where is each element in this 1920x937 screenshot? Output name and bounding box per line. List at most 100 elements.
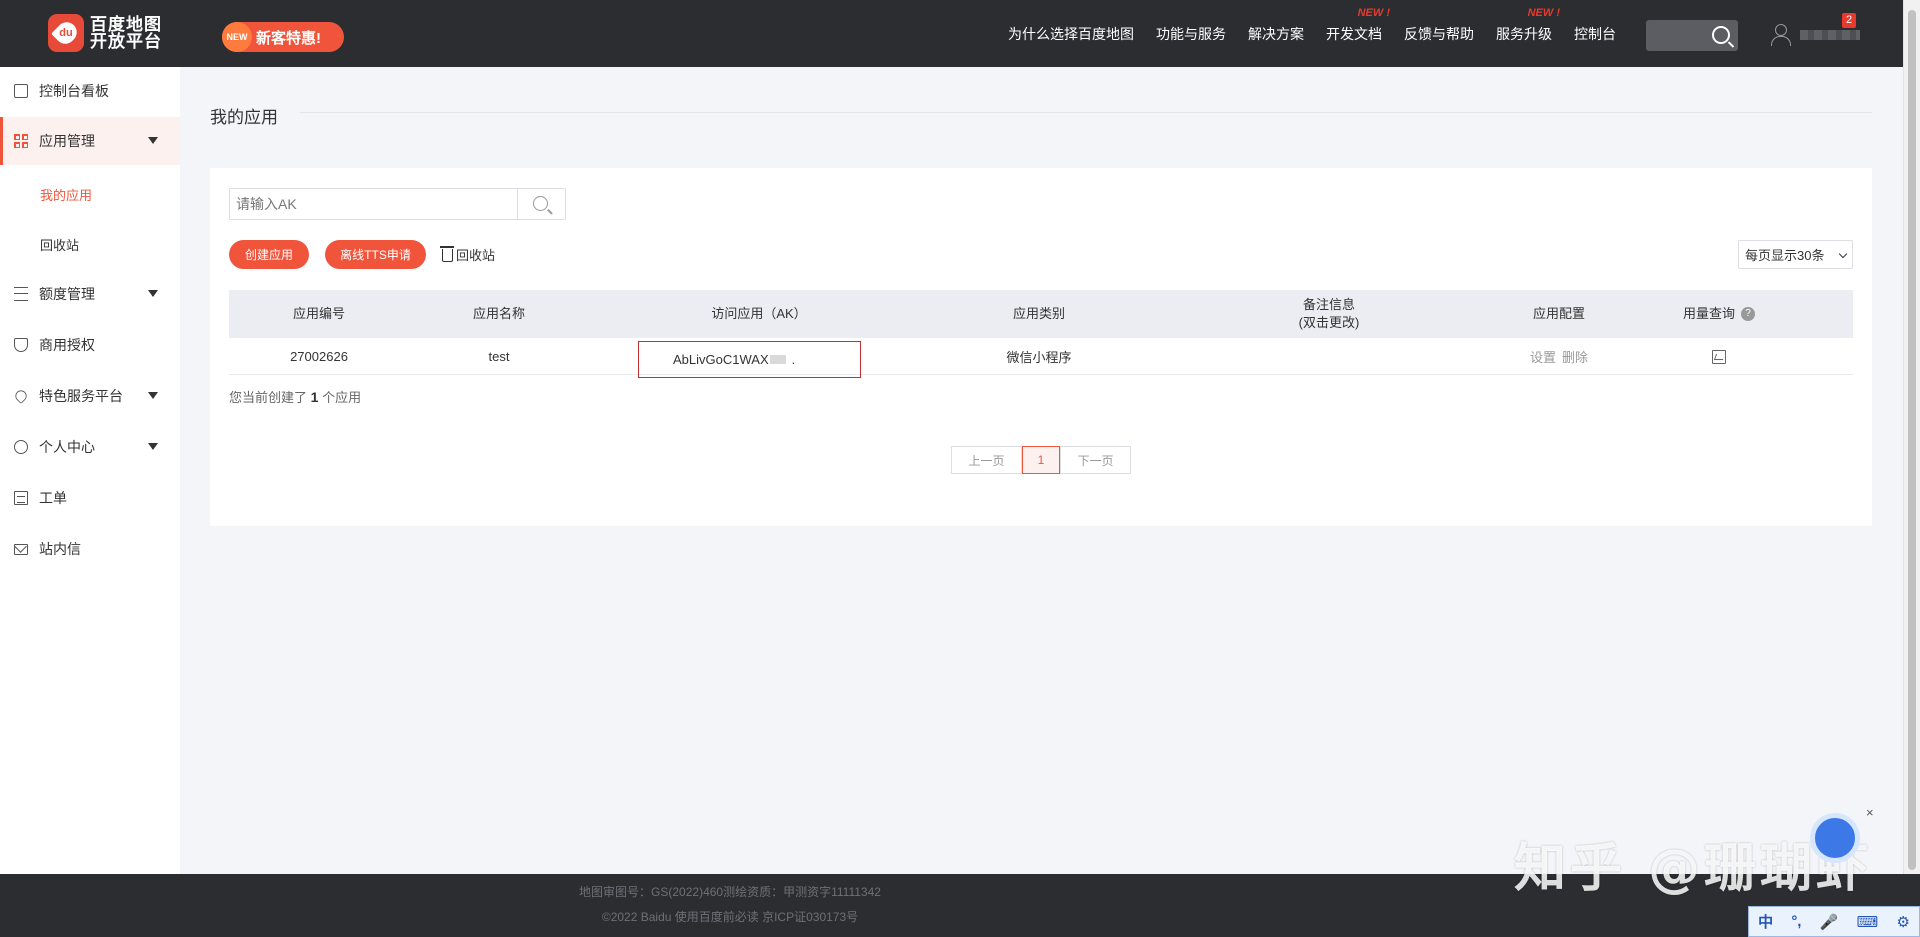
new-customer-promo-button[interactable]: NEW 新客特惠! [222,22,344,52]
prev-page-button[interactable]: 上一页 [951,446,1022,474]
sidebar-item-tickets[interactable]: 工单 [0,474,180,522]
nav-solutions[interactable]: 解决方案 [1248,24,1304,44]
recycle-bin-link[interactable]: 回收站 [440,245,496,264]
sidebar-item-quota-management[interactable]: 额度管理 [0,270,180,318]
notes-cell[interactable] [1229,338,1429,375]
delete-link[interactable]: 删除 [1562,347,1588,366]
summary-suffix: 个应用 [322,390,362,405]
sidebar-subitem-my-apps[interactable]: 我的应用 [40,185,92,204]
nav-label: 反馈与帮助 [1404,25,1474,42]
next-page-button[interactable]: 下一页 [1060,446,1131,474]
nav-features-services[interactable]: 功能与服务 [1156,24,1226,44]
shield-icon [14,338,28,352]
person-icon [14,440,28,454]
username-redacted[interactable] [1800,30,1860,40]
sidebar-item-personal-center[interactable]: 个人中心 [0,423,180,471]
sidebar-item-label: 特色服务平台 [39,388,123,404]
page-size-select[interactable]: 每页显示30条 [1738,240,1853,269]
col-app-category: 应用类别 [1012,306,1065,321]
page-title: 我的应用 [210,108,278,127]
create-app-button[interactable]: 创建应用 [229,240,309,269]
scrollbar-thumb[interactable] [1908,10,1916,870]
nav-label: 功能与服务 [1156,25,1226,42]
nav-feedback-help[interactable]: 反馈与帮助 [1404,24,1474,44]
chevron-down-icon [148,392,158,399]
ak-search-button[interactable] [517,189,565,219]
search-icon [533,196,548,211]
page-1-button[interactable]: 1 [1022,446,1060,474]
chevron-down-icon [148,290,158,297]
chevron-down-icon [148,443,158,450]
sidebar-item-commercial-license[interactable]: 商用授权 [0,321,180,369]
app-category-cell: 微信小程序 [1006,350,1072,365]
ak-redacted [769,355,786,364]
new-tag: NEW ! [1357,6,1390,19]
col-app-id: 应用编号 [292,306,345,321]
nav-console[interactable]: 控制台 [1574,24,1616,44]
ak-search-box [229,188,566,220]
nav-service-upgrade[interactable]: NEW ! 服务升级 [1496,7,1560,44]
recycle-bin-label: 回收站 [456,248,496,263]
nav-dev-docs[interactable]: NEW ! 开发文档 [1326,7,1390,44]
sidebar: 控制台看板 应用管理 我的应用 回收站 额度管理 商用授权 特色服务平台 个人中… [0,67,180,874]
ak-cell[interactable]: AbLivGoC1WAX . [638,341,861,378]
sidebar-item-messages[interactable]: 站内信 [0,525,180,573]
top-nav-menu: 为什么选择百度地图 功能与服务 解决方案 NEW ! 开发文档 反馈与帮助 NEW… [1008,0,1638,67]
logo-line2: 开放平台 [90,32,162,51]
search-icon[interactable] [1712,26,1730,44]
footer-map-license: 地图审图号：GS(2022)460测绘资质：甲测资字11111342 [579,885,881,899]
floating-assistant-button[interactable] [1810,813,1860,863]
col-usage-label: 用量查询 [1682,306,1735,321]
sidebar-item-label: 应用管理 [39,133,95,149]
nav-why-baidu-map[interactable]: 为什么选择百度地图 [1008,24,1134,44]
apps-card: 创建应用 离线TTS申请 回收站 每页显示30条 应用编号 应用名称 访问应用（… [210,168,1872,526]
trash-icon [440,246,454,262]
ak-search-input[interactable] [230,189,517,219]
ak-value: AbLivGoC1WAX [673,352,769,367]
new-tag: NEW ! [1527,6,1560,19]
dashboard-icon [14,84,28,98]
title-divider [300,112,1872,113]
help-icon[interactable]: ? [1741,307,1755,321]
col-notes: 备注信息 (双击更改) [1229,290,1429,338]
sidebar-item-dashboard[interactable]: 控制台看板 [0,67,180,115]
nav-label: 服务升级 [1496,25,1552,42]
settings-link[interactable]: 设置 [1530,347,1556,366]
user-icon[interactable] [1770,24,1791,46]
sidebar-item-app-management[interactable]: 应用管理 [0,117,180,165]
logo-mark-icon: du [48,14,84,52]
page-size-value: 每页显示30条 [1745,248,1825,263]
col-ak: 访问应用（AK） [711,306,807,321]
ime-mode-icon[interactable]: 中 [1758,911,1773,932]
notification-badge[interactable]: 2 [1842,13,1856,28]
promo-label: 新客特惠! [256,29,321,47]
ime-punctuation-icon[interactable]: °, [1791,913,1801,930]
ticket-icon [14,491,28,505]
nav-label: 控制台 [1574,25,1616,42]
col-app-name: 应用名称 [472,306,525,321]
sidebar-item-label: 额度管理 [39,286,95,302]
top-navigation-bar: du 百度地图 开放平台 NEW 新客特惠! 为什么选择百度地图 功能与服务 解… [0,0,1920,67]
usage-chart-icon[interactable] [1712,349,1726,364]
sidebar-item-featured-services[interactable]: 特色服务平台 [0,372,180,420]
baidu-map-logo[interactable]: du 百度地图 开放平台 [48,14,162,52]
grid-icon [14,134,28,148]
usage-query-cell [1629,338,1809,375]
close-icon[interactable]: × [1866,805,1874,820]
pagination: 上一页 1 下一页 [951,446,1131,474]
nav-label: 开发文档 [1326,25,1382,42]
keyboard-icon[interactable]: ⌨ [1857,913,1879,931]
promo-new-badge: NEW [222,22,252,52]
nav-label: 为什么选择百度地图 [1008,25,1134,42]
summary-count: 1 [310,389,319,405]
page-scrollbar[interactable] [1903,0,1920,874]
app-id-cell: 27002626 [290,349,348,364]
sidebar-subitem-recycle-bin[interactable]: 回收站 [40,235,79,254]
settings-icon[interactable]: ⚙ [1896,913,1909,931]
offline-tts-apply-button[interactable]: 离线TTS申请 [325,240,426,269]
top-search-box[interactable] [1646,20,1738,51]
col-notes-label: 备注信息 [1302,297,1355,312]
microphone-icon[interactable]: 🎤 [1820,913,1839,931]
col-app-config: 应用配置 [1532,306,1585,321]
nav-label: 解决方案 [1248,25,1304,42]
